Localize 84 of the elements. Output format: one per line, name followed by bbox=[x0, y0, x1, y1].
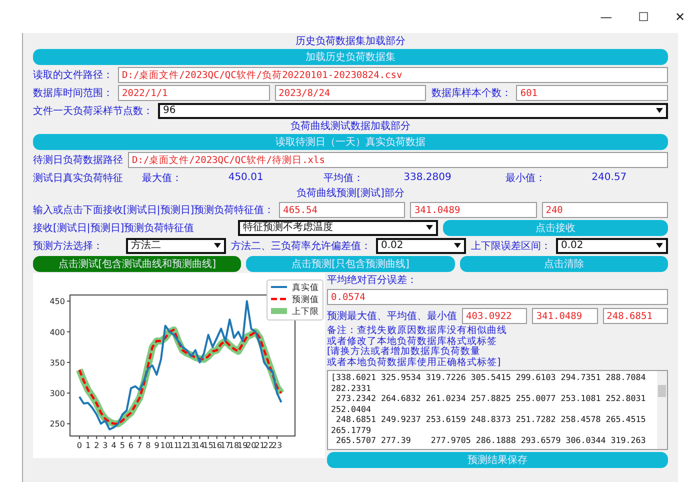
section-heading: 负荷曲线预测[测试]部分 bbox=[296, 187, 406, 200]
x-tick-label: 0 bbox=[76, 441, 82, 450]
x-tick: 11 bbox=[168, 436, 179, 450]
x-tick-label: 13 bbox=[186, 441, 196, 450]
stat-value: 450.01 bbox=[227, 172, 264, 183]
field-label: 预测方法选择： bbox=[33, 240, 103, 252]
legend-label: 预测值 bbox=[292, 294, 319, 305]
x-tick-label: 14 bbox=[194, 441, 205, 450]
x-tick: 12 bbox=[177, 436, 188, 450]
stat-label: 最小值： bbox=[505, 172, 546, 184]
field-label: 接收[测试日|预测日]预测负荷特征值 bbox=[33, 222, 196, 234]
x-tick-label: 11 bbox=[168, 441, 180, 450]
stat-label: 平均值： bbox=[324, 172, 364, 184]
x-tick-label: 16 bbox=[212, 441, 222, 450]
stat-label: 最大值： bbox=[142, 172, 182, 184]
field-label: 方法二、三负荷率允许偏差值： bbox=[231, 240, 371, 252]
x-tick-label: 3 bbox=[102, 441, 108, 450]
x-tick: 8 bbox=[146, 436, 151, 450]
x-tick-label: 2 bbox=[94, 441, 100, 450]
field-label: 预测最大值、平均值、最小值 bbox=[327, 310, 457, 322]
x-tick: 17 bbox=[220, 436, 231, 450]
section-heading: 历史负荷数据集加载部分 bbox=[294, 35, 406, 48]
x-tick-label: 12 bbox=[177, 441, 188, 450]
x-tick: 16 bbox=[212, 436, 222, 450]
x-tick-label: 6 bbox=[128, 441, 134, 450]
field-label: 平均绝对百分误差： bbox=[327, 274, 418, 287]
y-tick: 250 bbox=[50, 420, 70, 429]
y-tick: 350 bbox=[50, 358, 70, 368]
x-tick: 5 bbox=[120, 436, 125, 450]
x-tick: 22 bbox=[263, 436, 274, 450]
x-tick: 23 bbox=[272, 436, 282, 450]
y-tick-label: 250 bbox=[50, 420, 65, 429]
note-text: 备注：查找失败原因数据库没有相似曲线 或者修改了本地负荷数据库格式或标签 [请换方法或者增加数据库负荷数量 或者本地负荷数据库使用正确格式标签] bbox=[327, 326, 508, 368]
field-label: 读取的文件路径： bbox=[33, 68, 113, 82]
x-tick-label: 9 bbox=[154, 441, 160, 450]
x-tick-label: 20 bbox=[246, 441, 256, 450]
x-tick-label: 23 bbox=[272, 441, 282, 450]
x-tick-label: 21 bbox=[254, 441, 265, 450]
x-tick: 21 bbox=[254, 436, 265, 450]
y-tick: 450 bbox=[50, 297, 70, 306]
y-tick: 300 bbox=[50, 389, 70, 398]
field-label: 待测日负荷数据路径 bbox=[33, 154, 123, 166]
x-tick-label: 8 bbox=[146, 441, 151, 450]
field-label: 测试日真实负荷特征 bbox=[33, 172, 123, 184]
y-tick-label: 350 bbox=[50, 358, 65, 368]
x-tick: 19 bbox=[238, 436, 248, 450]
field-label: 输入或点击下面接收[测试日|预测日]预测负荷特征值： bbox=[33, 204, 274, 216]
x-tick: 7 bbox=[137, 436, 142, 450]
x-tick-label: 15 bbox=[203, 441, 214, 450]
x-tick: 0 bbox=[76, 436, 82, 450]
stat-value: 338.2809 bbox=[402, 172, 452, 183]
y-tick: 400 bbox=[50, 328, 70, 337]
x-tick-label: 22 bbox=[263, 441, 274, 450]
section-heading: 负荷曲线测试数据加载部分 bbox=[290, 120, 412, 133]
x-tick-label: 19 bbox=[238, 441, 248, 450]
x-tick: 6 bbox=[128, 436, 134, 450]
stat-value: 240.57 bbox=[590, 172, 628, 183]
x-tick: 4 bbox=[111, 436, 116, 450]
x-tick: 13 bbox=[186, 436, 196, 450]
legend-label: 真实值 bbox=[292, 282, 319, 293]
field-label: 文件一天负荷采样节点数： bbox=[33, 104, 153, 118]
field-label: 数据库样本个数： bbox=[431, 86, 512, 100]
y-tick-label: 300 bbox=[50, 389, 65, 398]
field-label: 上下限误差区间： bbox=[471, 240, 551, 252]
x-tick: 2 bbox=[94, 436, 100, 450]
x-tick-label: 10 bbox=[160, 441, 170, 450]
y-tick-label: 400 bbox=[50, 328, 65, 337]
x-tick-label: 5 bbox=[120, 441, 125, 450]
x-tick-label: 4 bbox=[111, 441, 116, 450]
field-label: 数据库时间范围： bbox=[33, 86, 113, 100]
x-tick: 9 bbox=[154, 436, 160, 450]
x-tick: 1 bbox=[85, 436, 91, 450]
x-tick-label: 17 bbox=[220, 441, 231, 450]
x-tick: 10 bbox=[160, 436, 170, 450]
y-tick-label: 450 bbox=[50, 297, 65, 306]
x-tick: 14 bbox=[194, 436, 205, 450]
x-tick-label: 7 bbox=[137, 441, 142, 450]
x-tick: 3 bbox=[102, 436, 108, 450]
x-tick-label: 1 bbox=[85, 441, 91, 450]
x-tick: 15 bbox=[203, 436, 214, 450]
x-tick: 20 bbox=[246, 436, 256, 450]
x-tick: 18 bbox=[228, 436, 240, 450]
x-tick-label: 18 bbox=[228, 441, 240, 450]
legend-label: 上下限 bbox=[292, 306, 319, 317]
